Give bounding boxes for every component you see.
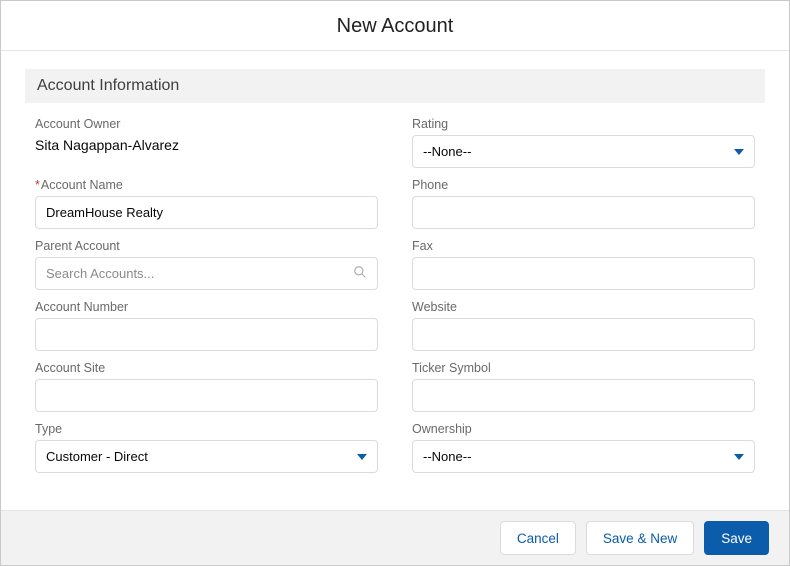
input-website[interactable] <box>412 318 755 351</box>
chevron-down-icon <box>734 454 744 460</box>
new-account-modal: New Account Account Information Account … <box>0 0 790 566</box>
field-parent-account: Parent Account Search Accounts... <box>35 239 378 290</box>
field-ownership: Ownership --None-- <box>412 422 755 473</box>
select-type-value: Customer - Direct <box>46 449 148 464</box>
field-phone: Phone <box>412 178 755 229</box>
search-icon <box>353 265 367 282</box>
lookup-parent-account[interactable]: Search Accounts... <box>35 257 378 290</box>
modal-body: Account Information Account Owner Sita N… <box>1 51 789 510</box>
select-rating-value: --None-- <box>423 144 471 159</box>
input-fax[interactable] <box>412 257 755 290</box>
label-parent-account: Parent Account <box>35 239 378 253</box>
required-indicator: * <box>35 178 40 192</box>
select-type[interactable]: Customer - Direct <box>35 440 378 473</box>
chevron-down-icon <box>734 149 744 155</box>
lookup-parent-placeholder: Search Accounts... <box>46 266 154 281</box>
field-account-name: *Account Name <box>35 178 378 229</box>
label-ticker-symbol: Ticker Symbol <box>412 361 755 375</box>
select-ownership-value: --None-- <box>423 449 471 464</box>
input-account-number[interactable] <box>35 318 378 351</box>
label-rating: Rating <box>412 117 755 131</box>
field-fax: Fax <box>412 239 755 290</box>
input-account-name[interactable] <box>35 196 378 229</box>
field-type: Type Customer - Direct <box>35 422 378 473</box>
field-ticker-symbol: Ticker Symbol <box>412 361 755 412</box>
form-grid: Account Owner Sita Nagappan-Alvarez Rati… <box>25 117 765 473</box>
field-account-owner: Account Owner Sita Nagappan-Alvarez <box>35 117 378 168</box>
input-account-site[interactable] <box>35 379 378 412</box>
label-phone: Phone <box>412 178 755 192</box>
field-rating: Rating --None-- <box>412 117 755 168</box>
input-phone[interactable] <box>412 196 755 229</box>
value-account-owner: Sita Nagappan-Alvarez <box>35 135 378 159</box>
label-website: Website <box>412 300 755 314</box>
label-account-site: Account Site <box>35 361 378 375</box>
modal-footer: Cancel Save & New Save <box>1 510 789 565</box>
save-button[interactable]: Save <box>704 521 769 555</box>
label-ownership: Ownership <box>412 422 755 436</box>
select-ownership[interactable]: --None-- <box>412 440 755 473</box>
chevron-down-icon <box>357 454 367 460</box>
field-account-site: Account Site <box>35 361 378 412</box>
field-website: Website <box>412 300 755 351</box>
input-ticker-symbol[interactable] <box>412 379 755 412</box>
cancel-button[interactable]: Cancel <box>500 521 576 555</box>
label-account-number: Account Number <box>35 300 378 314</box>
label-account-name: *Account Name <box>35 178 378 192</box>
label-fax: Fax <box>412 239 755 253</box>
label-account-owner: Account Owner <box>35 117 378 131</box>
save-and-new-button[interactable]: Save & New <box>586 521 694 555</box>
label-type: Type <box>35 422 378 436</box>
modal-title: New Account <box>1 1 789 51</box>
select-rating[interactable]: --None-- <box>412 135 755 168</box>
section-account-information: Account Information <box>25 69 765 103</box>
field-account-number: Account Number <box>35 300 378 351</box>
